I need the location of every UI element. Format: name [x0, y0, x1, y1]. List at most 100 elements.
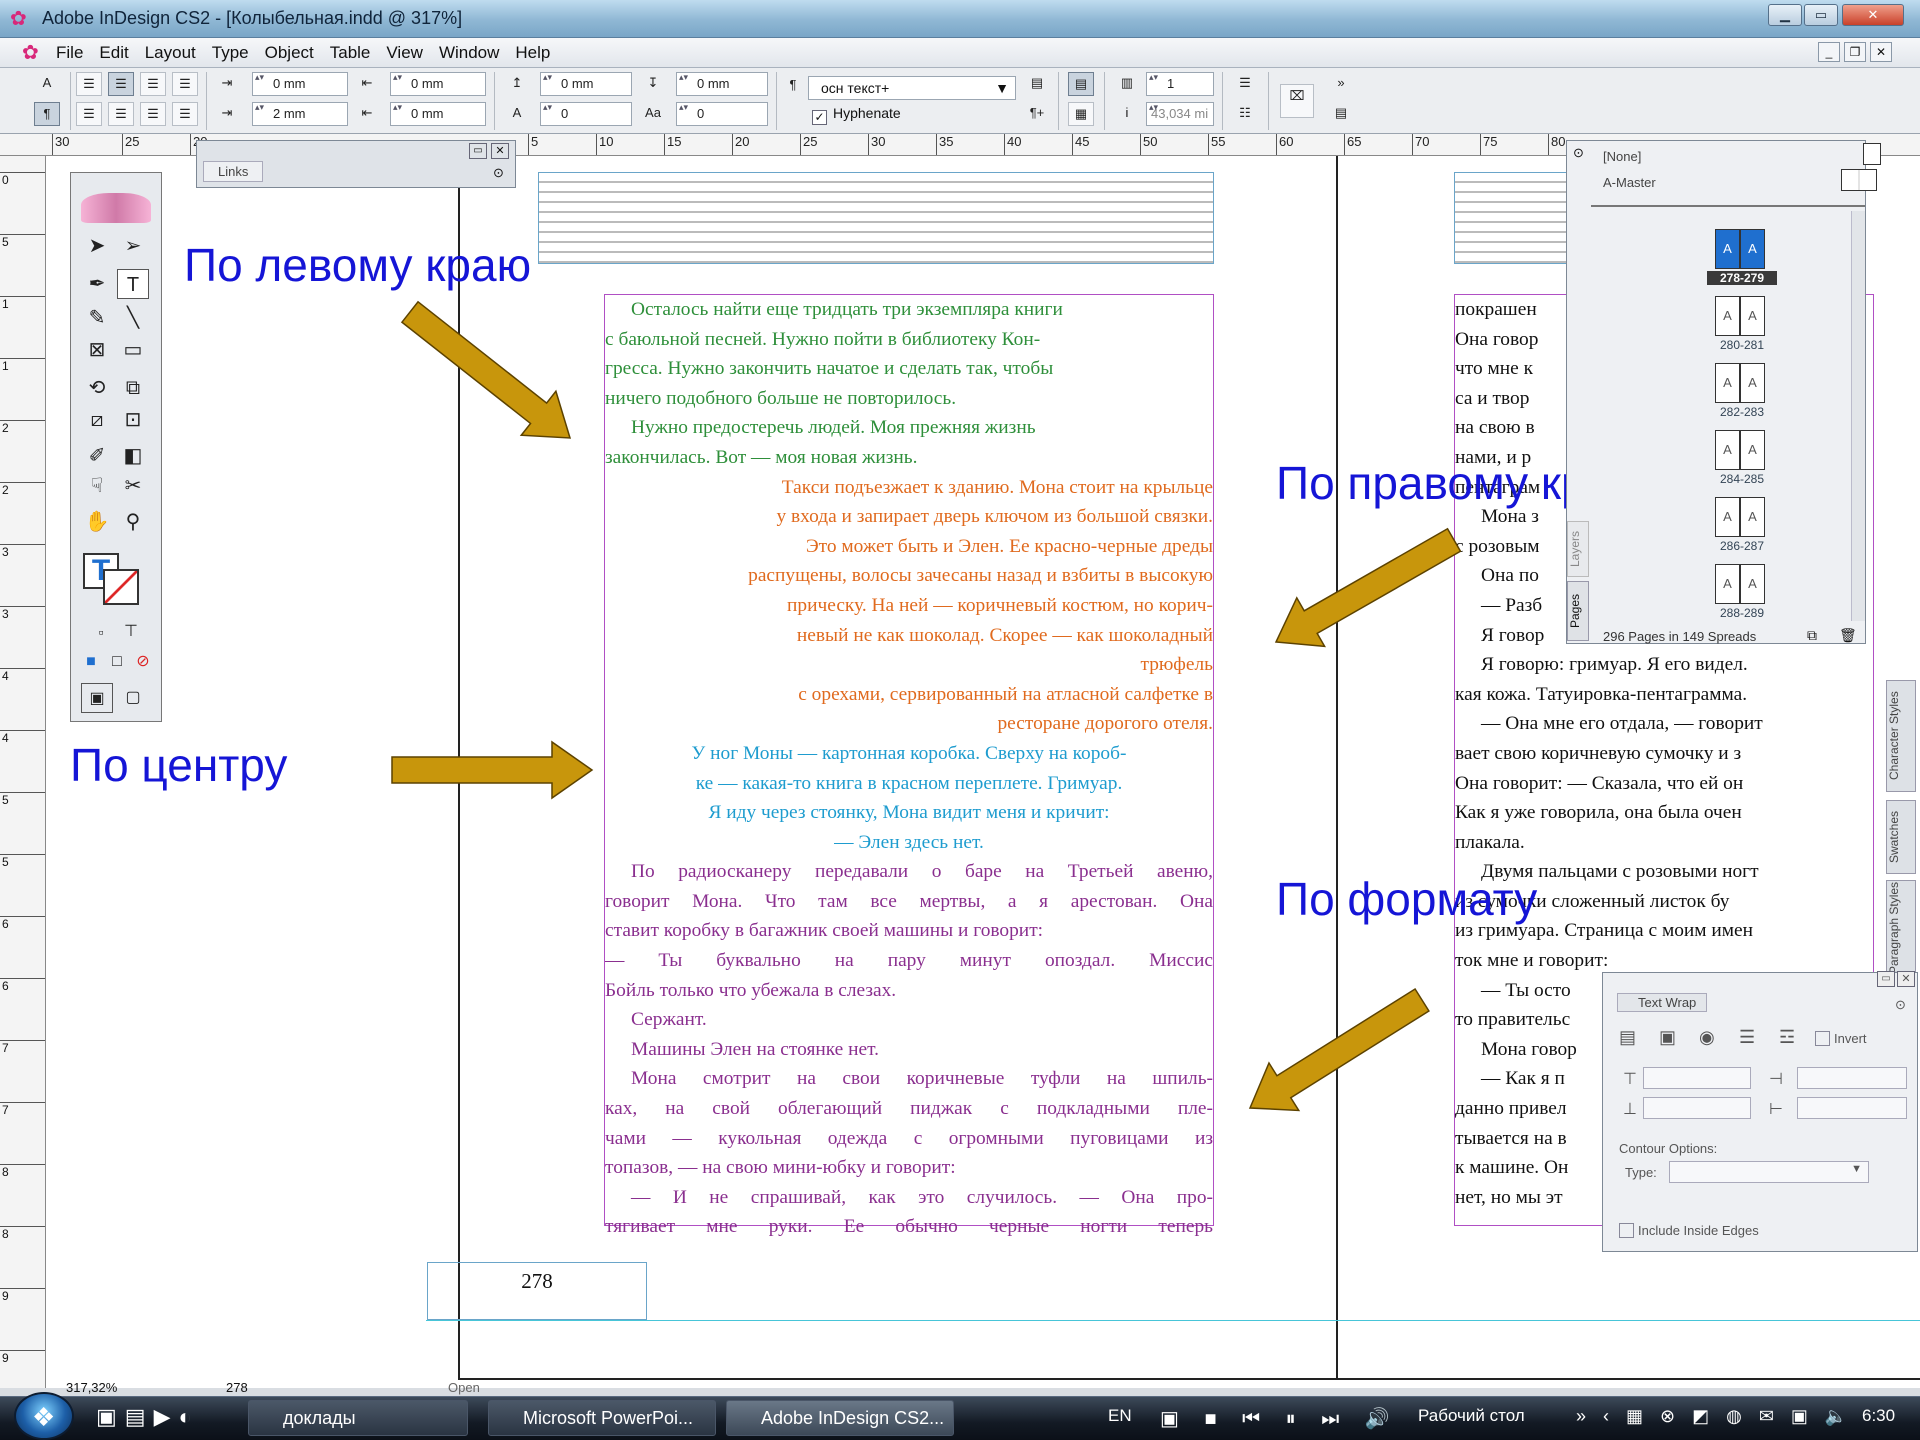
- wrap-bounding-box-icon[interactable]: ▣: [1659, 1027, 1676, 1048]
- jump-next-column-icon[interactable]: ☲: [1779, 1027, 1795, 1048]
- panel-menu-icon[interactable]: ⊙: [1895, 997, 1906, 1013]
- right-offset-field[interactable]: [1797, 1097, 1907, 1119]
- taskbar-button[interactable]: Adobe InDesign CS2...: [726, 1400, 954, 1436]
- page-thumb: A: [1740, 564, 1765, 604]
- pages-panel[interactable]: ⊙ [None] A-Master A A 278-279 A A 280-281 A A 28…: [1566, 140, 1881, 644]
- wrap-object-shape-icon[interactable]: ◉: [1699, 1027, 1715, 1048]
- spread-label[interactable]: 278-279: [1707, 271, 1777, 285]
- language-indicator[interactable]: EN: [1108, 1406, 1132, 1426]
- layers-vertical-tab[interactable]: Layers: [1567, 521, 1589, 577]
- annotation-arrow: [1248, 987, 1430, 1112]
- preview-view-icon[interactable]: ▢: [117, 683, 149, 713]
- butterfly-logo-icon: [81, 193, 151, 223]
- spread-thumbnail[interactable]: AA: [1715, 497, 1767, 537]
- jump-object-icon[interactable]: ☰: [1739, 1027, 1755, 1048]
- open-readout[interactable]: Open: [448, 1380, 480, 1395]
- text-wrap-panel[interactable]: ▭ ✕ Text Wrap ⊙ ▤ ▣ ◉ ☰ ☲ Invert ⊤ ⊣ ⊥ ⊢…: [1602, 971, 1918, 1252]
- panel-collapse-icon[interactable]: ▭: [1877, 971, 1895, 987]
- tools-panel: ➤ ➢ ✒ T ✎ ╲ ⊠ ▭ ⟲ ⧉ ⧄ ⊡ ✐ ◧ ☟ ✂ ✋ ⚲ T ▫ …: [70, 172, 162, 722]
- pen-tool-icon[interactable]: ✒: [81, 269, 113, 299]
- page-thumb: A: [1715, 229, 1740, 269]
- spread-label[interactable]: 280-281: [1707, 338, 1777, 352]
- page-thumb: A: [1740, 229, 1765, 269]
- scissors-tool-icon[interactable]: ✂: [117, 471, 149, 501]
- none-master-label[interactable]: [None]: [1603, 149, 1641, 164]
- spread-label[interactable]: 284-285: [1707, 472, 1777, 486]
- side-tab[interactable]: Paragraph Styles: [1886, 880, 1916, 976]
- invert-checkbox[interactable]: Invert: [1815, 1031, 1867, 1046]
- links-panel[interactable]: ▭ ✕ Links ⊙: [196, 140, 516, 188]
- spread-label[interactable]: 286-287: [1707, 539, 1777, 553]
- text-wrap-tab[interactable]: Text Wrap: [1617, 993, 1708, 1012]
- no-wrap-icon[interactable]: ▤: [1619, 1027, 1636, 1048]
- top-offset-field[interactable]: [1643, 1067, 1751, 1089]
- annotation-arrow: [1274, 527, 1462, 648]
- shear-tool-icon[interactable]: ⧄: [81, 405, 113, 435]
- page-thumb: A: [1715, 296, 1740, 336]
- gradient-tool-icon[interactable]: ◧: [117, 441, 149, 471]
- pencil-tool-icon[interactable]: ✎: [81, 303, 113, 333]
- pages-scrollbar[interactable]: [1851, 211, 1865, 621]
- side-tab[interactable]: Character Styles: [1886, 680, 1916, 792]
- page-readout[interactable]: 278: [226, 1380, 248, 1395]
- page-thumb: A: [1715, 430, 1740, 470]
- media-controls[interactable]: ▣ ■ ⏮ ⏸ ⏭ 🔊: [1160, 1406, 1400, 1431]
- left-offset-field[interactable]: [1797, 1067, 1907, 1089]
- spread-label[interactable]: 282-283: [1707, 405, 1777, 419]
- panel-collapse-icon[interactable]: ▭: [469, 143, 487, 159]
- direct-selection-tool-icon[interactable]: ➢: [117, 231, 149, 261]
- fill-stroke-swatch[interactable]: T: [83, 553, 143, 609]
- rectangle-tool-icon[interactable]: ▭: [117, 335, 149, 365]
- desktop-toolbar[interactable]: Рабочий стол: [1418, 1406, 1525, 1426]
- formatting-text-icon[interactable]: ⊤: [115, 617, 147, 647]
- a-master-thumb[interactable]: [1841, 169, 1877, 191]
- page-thumb: A: [1740, 430, 1765, 470]
- apply-none-icon[interactable]: ⊘: [127, 647, 159, 677]
- links-tab[interactable]: Links: [203, 161, 264, 182]
- spread-thumbnail[interactable]: AA: [1715, 564, 1767, 604]
- normal-view-icon[interactable]: ▣: [81, 683, 113, 713]
- free-transform-tool-icon[interactable]: ⊡: [117, 405, 149, 435]
- bottom-offset-field[interactable]: [1643, 1097, 1751, 1119]
- start-button[interactable]: ❖: [14, 1392, 74, 1440]
- spread-thumbnail[interactable]: AA: [1715, 430, 1767, 470]
- spread-thumbnail[interactable]: AA: [1715, 363, 1767, 403]
- contour-options-label: Contour Options:: [1619, 1141, 1718, 1156]
- zoom-readout[interactable]: 317,32%: [66, 1380, 117, 1395]
- type-tool-icon[interactable]: T: [117, 269, 149, 299]
- include-inside-edges-checkbox[interactable]: Include Inside Edges: [1619, 1223, 1759, 1238]
- taskbar-button[interactable]: Microsoft PowerPoi...: [488, 1400, 716, 1436]
- selection-tool-icon[interactable]: ➤: [81, 231, 113, 261]
- line-tool-icon[interactable]: ╲: [117, 303, 149, 333]
- pages-vertical-tab[interactable]: Pages: [1567, 581, 1589, 641]
- quicklaunch-icons[interactable]: ▣▤▶◐: [96, 1404, 200, 1430]
- spread-label[interactable]: 288-289: [1707, 606, 1777, 620]
- windows-logo-icon: ❖: [32, 1402, 56, 1432]
- include-inside-edges-label: Include Inside Edges: [1638, 1223, 1759, 1238]
- left-offset-icon: ⊣: [1769, 1071, 1783, 1088]
- spread-thumbnail[interactable]: AA: [1715, 229, 1767, 269]
- panel-close-icon[interactable]: ✕: [491, 143, 509, 159]
- rotate-tool-icon[interactable]: ⟲: [81, 373, 113, 403]
- clock[interactable]: 6:30: [1862, 1406, 1895, 1426]
- contour-type-dropdown[interactable]: ▼: [1669, 1161, 1869, 1183]
- panel-menu-icon[interactable]: ⊙: [1573, 145, 1584, 161]
- frame-tool-icon[interactable]: ⊠: [81, 335, 113, 365]
- a-master-label[interactable]: A-Master: [1603, 175, 1656, 190]
- tray-icons[interactable]: » ‹ ▦ ⊗ ◩ ◍ ✉ ▣ 🔈: [1576, 1406, 1853, 1427]
- new-page-icon[interactable]: ⧉: [1807, 627, 1817, 644]
- panel-close-icon[interactable]: ✕: [1897, 971, 1915, 987]
- formatting-container-icon[interactable]: ▫: [85, 617, 117, 647]
- taskbar-button[interactable]: доклады: [248, 1400, 468, 1436]
- panel-menu-icon[interactable]: ⊙: [493, 165, 504, 181]
- side-tab[interactable]: Swatches: [1886, 800, 1916, 874]
- eyedropper-tool-icon[interactable]: ✐: [81, 441, 113, 471]
- hand-tool-icon[interactable]: ✋: [81, 507, 113, 537]
- page-thumb: A: [1740, 296, 1765, 336]
- none-master-thumb[interactable]: [1863, 143, 1881, 165]
- button-tool-icon[interactable]: ☟: [81, 471, 113, 501]
- spread-thumbnail[interactable]: AA: [1715, 296, 1767, 336]
- scale-tool-icon[interactable]: ⧉: [117, 373, 149, 403]
- zoom-tool-icon[interactable]: ⚲: [117, 507, 149, 537]
- delete-page-icon[interactable]: 🗑: [1839, 627, 1857, 644]
